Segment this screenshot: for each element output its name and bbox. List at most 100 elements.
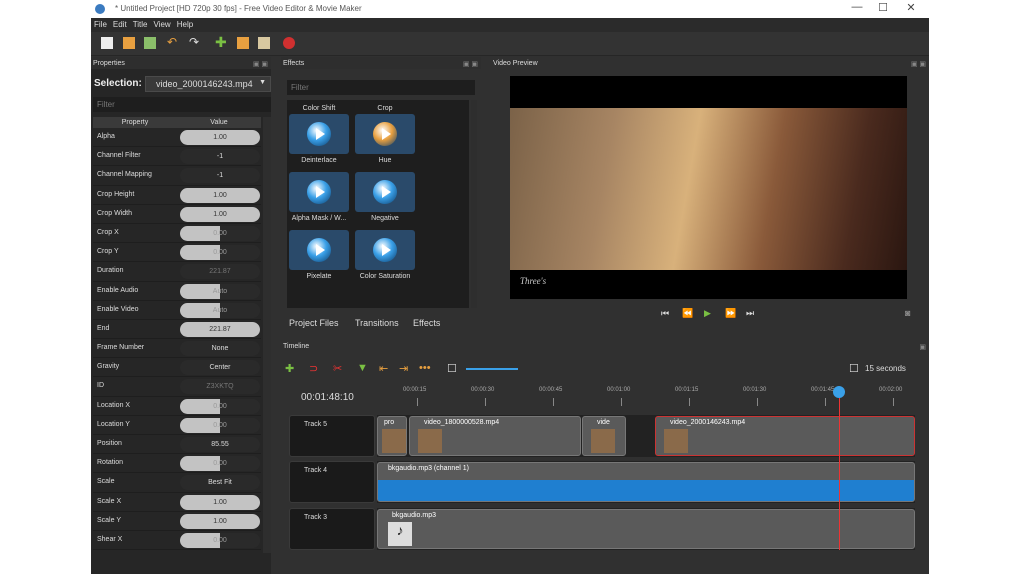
property-row: Rotation 0.00 <box>93 454 261 474</box>
property-value[interactable]: -1 <box>180 168 260 184</box>
property-row: Position 85.55 <box>93 435 261 455</box>
rewind-icon[interactable]: ⏪ <box>682 308 693 319</box>
property-value[interactable]: Auto <box>180 302 260 318</box>
property-name: Alpha <box>97 133 115 140</box>
dock-icon[interactable]: ▣ ▣ <box>463 60 478 68</box>
open-project-icon[interactable] <box>123 37 135 49</box>
track-5-header[interactable]: Track 5 <box>289 415 375 457</box>
camera-icon[interactable]: ◙ <box>905 308 910 318</box>
property-value[interactable]: 85.55 <box>180 437 260 452</box>
effect-item[interactable]: Crop <box>353 102 417 112</box>
effects-filter-input[interactable]: Filter <box>287 80 475 95</box>
playhead[interactable] <box>833 386 845 550</box>
ruler-label: 00:01:15 <box>675 387 699 393</box>
tab-transitions[interactable]: Transitions <box>355 318 399 328</box>
zoom-label: 15 seconds <box>865 364 906 373</box>
clip-pro[interactable]: pro <box>377 416 407 456</box>
fullscreen-icon[interactable] <box>258 37 270 49</box>
property-row: Crop Y 0.00 <box>93 243 261 263</box>
property-value[interactable]: 0.00 <box>180 225 260 241</box>
property-value[interactable]: 1.00 <box>180 206 260 222</box>
property-value[interactable]: 221.87 <box>180 264 260 280</box>
property-value[interactable]: 221.87 <box>180 321 260 337</box>
property-value[interactable]: None <box>180 341 260 357</box>
property-row: Channel Filter -1 <box>93 147 261 167</box>
selection-dropdown[interactable]: video_2000146243.mp4 ▼ <box>145 76 271 92</box>
clip-video-2000146243[interactable]: video_2000146243.mp4 <box>655 416 915 456</box>
timeline-ruler[interactable]: 00:01:48:10 00:00:15 00:00:30 00:00:45 00:0… <box>289 384 921 410</box>
tab-project-files[interactable]: Project Files <box>289 318 339 328</box>
property-value[interactable]: Best Fit <box>180 475 260 491</box>
maximize-button[interactable]: ☐ <box>873 1 893 14</box>
clip-video-1800000528[interactable]: video_1800000528.mp4 <box>409 416 581 456</box>
property-value[interactable]: 1.00 <box>180 513 260 529</box>
razor-icon[interactable]: ✂ <box>333 362 342 375</box>
clip-bkgaudio[interactable]: bkgaudio.mp3 ♪ <box>377 509 915 549</box>
close-button[interactable]: ✕ <box>901 1 921 14</box>
track-3-header[interactable]: Track 3 <box>289 508 375 550</box>
zoom-slider[interactable] <box>466 368 518 370</box>
effect-item[interactable]: Color Saturation <box>353 230 417 280</box>
jump-start-icon[interactable]: ⏮ <box>661 308 669 319</box>
property-value[interactable]: 1.00 <box>180 187 260 203</box>
property-value[interactable]: 0.00 <box>180 417 260 433</box>
effect-item[interactable]: Deinterlace <box>287 114 351 164</box>
menu-view[interactable]: View <box>151 18 174 29</box>
effect-item[interactable]: Negative <box>353 172 417 222</box>
property-value[interactable]: 0.00 <box>180 532 260 548</box>
effect-item[interactable]: Color Shift <box>287 102 351 112</box>
property-value[interactable]: 0.00 <box>180 245 260 261</box>
properties-filter-input[interactable]: Filter <box>93 97 271 112</box>
zoom-checkbox-icon[interactable]: ☐ <box>849 362 859 375</box>
track-4-header[interactable]: Track 4 <box>289 461 375 503</box>
property-value[interactable]: Z3XKTQ <box>180 379 260 395</box>
properties-header: Properties ▣ ▣ <box>91 57 271 69</box>
menu-help[interactable]: Help <box>174 18 196 29</box>
center-timeline-icon[interactable]: ••• <box>419 362 431 374</box>
effect-item[interactable]: Pixelate <box>287 230 351 280</box>
property-name: Enable Audio <box>97 286 139 294</box>
choose-profile-icon[interactable] <box>237 37 249 49</box>
property-row: Frame Number None <box>93 339 261 359</box>
clip-vide[interactable]: vide <box>582 416 626 456</box>
jump-end-icon[interactable]: ⏭ <box>746 308 754 319</box>
properties-scrollbar[interactable] <box>263 117 271 553</box>
dock-icon[interactable]: ▣ ▣ <box>253 60 268 68</box>
add-track-icon[interactable]: ✚ <box>285 362 294 375</box>
property-value[interactable]: 0.00 <box>180 456 260 472</box>
effect-item[interactable]: Hue <box>353 114 417 164</box>
import-files-icon[interactable]: ✚ <box>215 34 227 50</box>
undo-icon[interactable]: ↶ <box>167 35 179 49</box>
menu-file[interactable]: File <box>91 18 110 29</box>
export-video-icon[interactable] <box>283 37 295 49</box>
snap-icon[interactable]: ⊃ <box>309 362 318 375</box>
previous-marker-icon[interactable]: ⇤ <box>379 362 388 375</box>
property-value[interactable]: 0.00 <box>180 398 260 414</box>
property-value[interactable]: 1.00 <box>180 130 260 145</box>
effect-item[interactable]: Alpha Mask / W... <box>287 172 351 222</box>
property-value[interactable]: Center <box>180 360 260 376</box>
minimize-button[interactable]: — <box>847 1 867 13</box>
save-project-icon[interactable] <box>144 37 156 49</box>
clip-thumbnail <box>418 429 442 453</box>
next-marker-icon[interactable]: ⇥ <box>399 362 408 375</box>
fast-forward-icon[interactable]: ⏩ <box>725 308 736 319</box>
redo-icon[interactable]: ↷ <box>189 35 201 49</box>
add-marker-icon[interactable]: ▼ <box>357 362 368 374</box>
track-4-lane: bkgaudio.mp3 (channel 1) <box>377 461 915 503</box>
checkbox-icon[interactable]: ☐ <box>447 362 457 375</box>
clip-bkgaudio-channel-1[interactable]: bkgaudio.mp3 (channel 1) <box>377 462 915 502</box>
menu-title[interactable]: Title <box>130 18 151 29</box>
playhead-handle[interactable] <box>833 386 845 398</box>
property-value[interactable]: Auto <box>180 283 260 299</box>
tab-effects[interactable]: Effects <box>413 318 440 328</box>
effects-scrollbar[interactable] <box>471 100 477 308</box>
play-icon[interactable]: ▶ <box>704 308 711 319</box>
new-project-icon[interactable] <box>101 37 113 49</box>
property-value[interactable]: 1.00 <box>180 494 260 510</box>
property-row: Gravity Center <box>93 358 261 378</box>
dock-icon[interactable]: ▣ <box>919 343 926 351</box>
menu-edit[interactable]: Edit <box>110 18 130 29</box>
dock-icon[interactable]: ▣ ▣ <box>911 60 926 68</box>
property-value[interactable]: -1 <box>180 149 260 165</box>
